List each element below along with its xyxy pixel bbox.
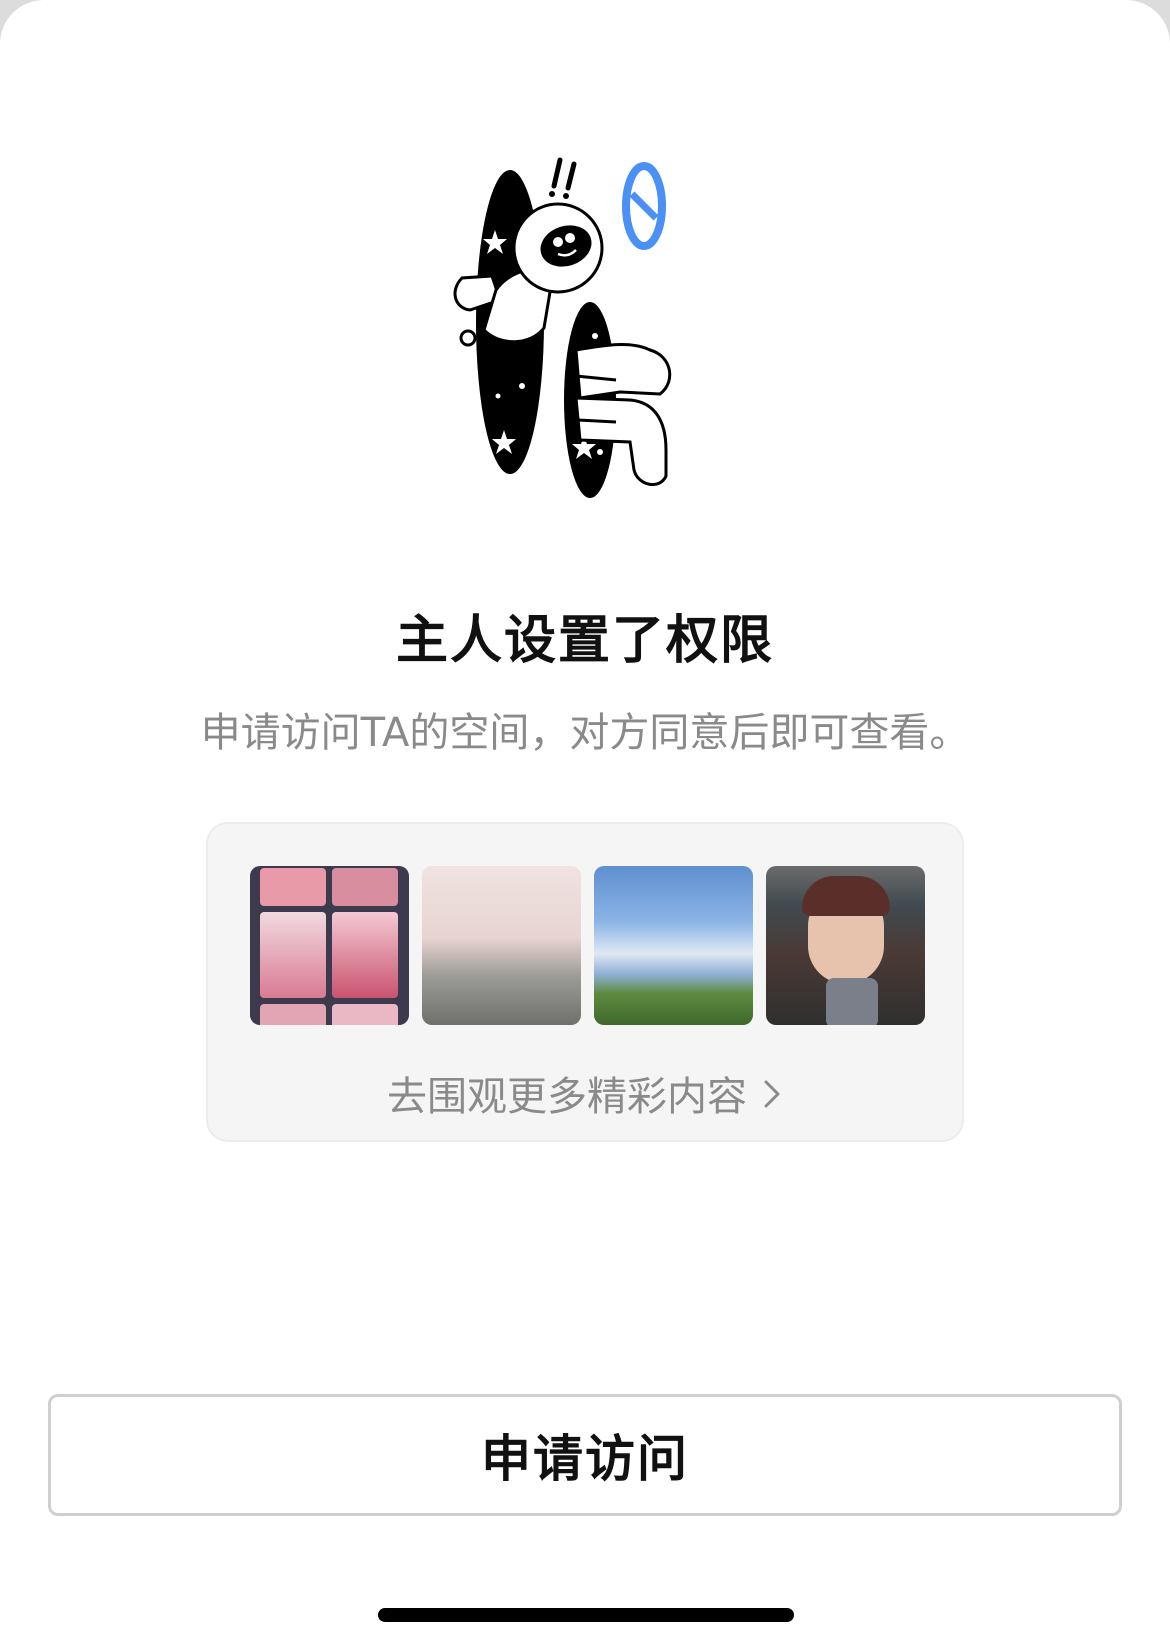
recommend-card[interactable]: 去围观更多精彩内容 (206, 822, 964, 1142)
more-content-label: 去围观更多精彩内容 (387, 1074, 747, 1120)
page-subtitle: 申请访问TA的空间，对方同意后即可查看。 (200, 710, 970, 756)
chevron-right-icon (761, 1074, 783, 1120)
more-content-link[interactable]: 去围观更多精彩内容 (208, 1064, 962, 1122)
selfie-portrait-thumbnail[interactable] (766, 866, 925, 1025)
permission-sheet: 主人设置了权限 申请访问TA的空间，对方同意后即可查看。 去围观更多精彩内容 申… (0, 0, 1170, 1648)
thumbnail-row (250, 866, 925, 1025)
astronaut-portal-illustration (453, 157, 672, 498)
page-title: 主人设置了权限 (395, 611, 774, 671)
home-indicator (378, 1608, 794, 1622)
sky-game-scene-thumbnail[interactable] (594, 866, 753, 1025)
apply-access-button[interactable]: 申请访问 (48, 1394, 1122, 1516)
anime-pink-collage-thumbnail[interactable] (250, 866, 409, 1025)
school-uniform-photo-thumbnail[interactable] (422, 866, 581, 1025)
